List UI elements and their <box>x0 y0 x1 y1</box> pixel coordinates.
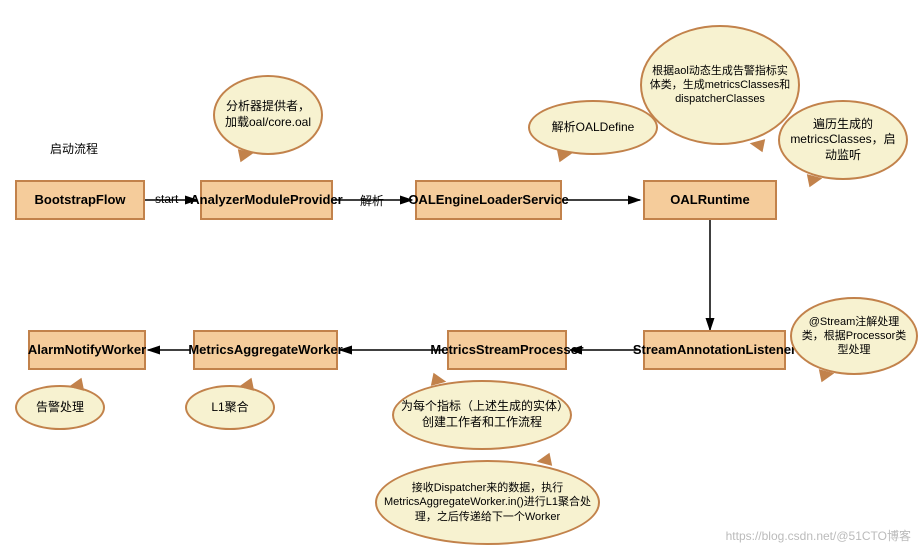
callout-oalloader: 解析OALDefine <box>528 100 658 155</box>
callout-metricsstream-1: 为每个指标（上述生成的实体）创建工作者和工作流程 <box>392 380 572 450</box>
edge-label-start: start <box>155 192 178 206</box>
node-metricsaggregateworker: MetricsAggregateWorker <box>193 330 338 370</box>
callout-oalruntime-2: 遍历生成的metricsClasses，启动监听 <box>778 100 908 180</box>
node-alarmnotifyworker: AlarmNotifyWorker <box>28 330 146 370</box>
diagram-title: 启动流程 <box>50 140 98 157</box>
node-analyzermoduleprovider: AnalyzerModuleProvider <box>200 180 333 220</box>
edge-label-parse: 解析 <box>360 192 384 209</box>
watermark: https://blog.csdn.net/@51CTO博客 <box>726 527 911 544</box>
callout-oalruntime-1: 根据aol动态生成告警指标实体类，生成metricsClasses和dispat… <box>640 25 800 145</box>
callout-analyzer: 分析器提供者，加载oal/core.oal <box>213 75 323 155</box>
callout-metricsstream-2: 接收Dispatcher来的数据，执行MetricsAggregateWorke… <box>375 460 600 545</box>
callout-streamanno: @Stream注解处理类，根据Processor类型处理 <box>790 297 918 375</box>
node-oalruntime: OALRuntime <box>643 180 777 220</box>
node-streamannotationlistener: StreamAnnotationListener <box>643 330 786 370</box>
node-bootstrapflow: BootstrapFlow <box>15 180 145 220</box>
node-oalengineloaderservice: OALEngineLoaderService <box>415 180 562 220</box>
callout-alarmnotify: 告警处理 <box>15 385 105 430</box>
node-metricsstreamprocessor: MetricsStreamProcessor <box>447 330 567 370</box>
callout-metricsagg: L1聚合 <box>185 385 275 430</box>
